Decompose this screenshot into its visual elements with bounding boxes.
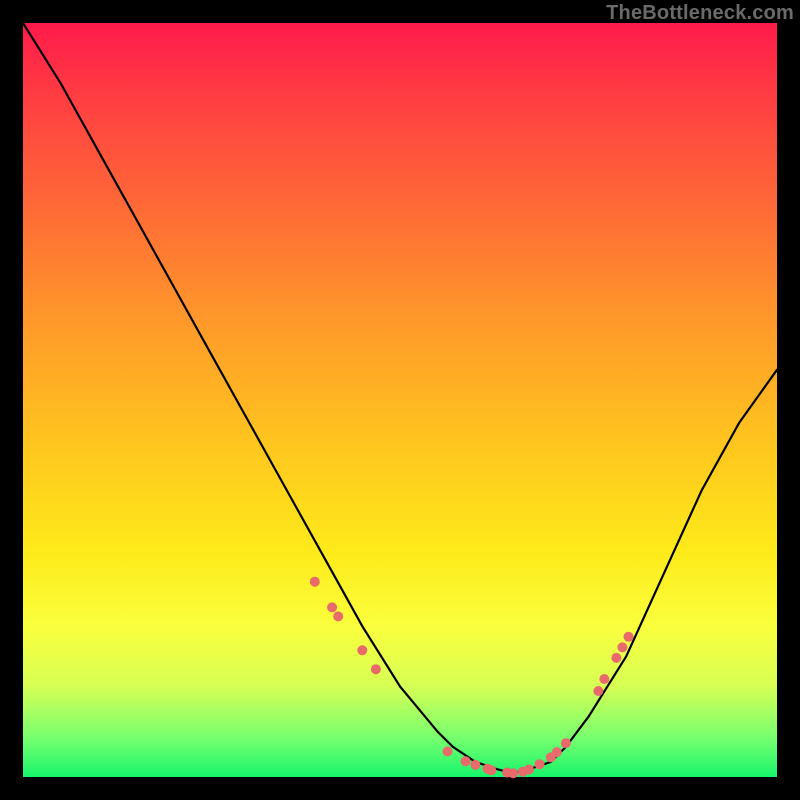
highlight-dot (599, 674, 609, 684)
highlight-dot (470, 760, 480, 770)
chart-frame: TheBottleneck.com (0, 0, 800, 800)
highlight-dot (333, 611, 343, 621)
highlight-dots (310, 577, 634, 779)
highlight-dot (357, 645, 367, 655)
highlight-dot (617, 642, 627, 652)
highlight-dot (593, 686, 603, 696)
highlight-dot (524, 765, 534, 775)
highlight-dot (611, 653, 621, 663)
highlight-dot (552, 747, 562, 757)
highlight-dot (561, 738, 571, 748)
highlight-dot (310, 577, 320, 587)
curve-layer (23, 23, 777, 777)
plot-area (23, 23, 777, 777)
highlight-dot (508, 768, 518, 778)
highlight-dot (535, 759, 545, 769)
watermark-text: TheBottleneck.com (606, 2, 794, 25)
highlight-dot (371, 664, 381, 674)
highlight-dot (486, 765, 496, 775)
highlight-dot (327, 602, 337, 612)
bottleneck-curve (23, 23, 777, 773)
highlight-dot (443, 746, 453, 756)
highlight-dot (461, 756, 471, 766)
highlight-dot (624, 632, 634, 642)
